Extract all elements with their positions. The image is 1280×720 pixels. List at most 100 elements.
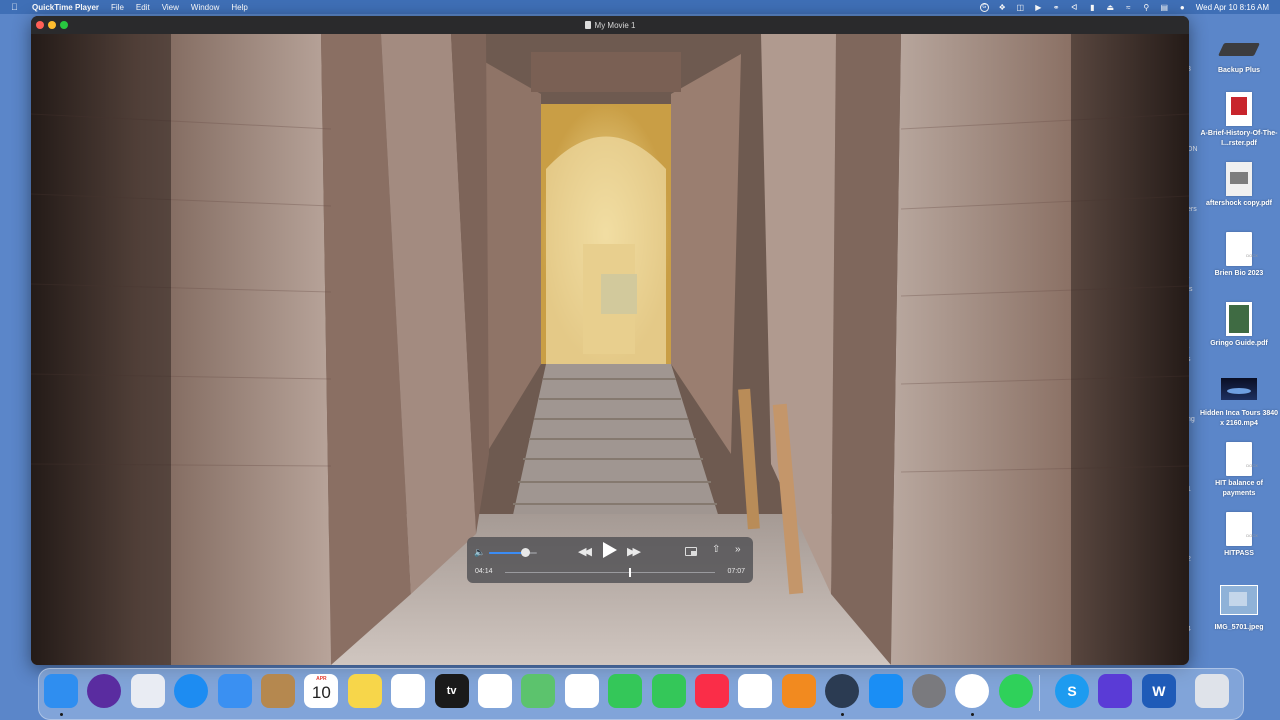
desktop-icon-label: IMG_5701.jpeg	[1214, 624, 1264, 631]
close-button[interactable]	[36, 21, 44, 29]
dock-chrome-icon[interactable]	[955, 674, 990, 708]
desktop-icon-label: Hidden Inca Tours 3840 x 2160.mp4	[1199, 410, 1279, 427]
dock-reminders-icon[interactable]	[478, 674, 512, 708]
document-icon	[584, 21, 591, 29]
playback-controls: 🔈 ◀◀ ▶▶ ⇧ » 04:14 07:07	[467, 537, 753, 583]
desktop-icon-label: aftershock copy.pdf	[1206, 200, 1272, 207]
dock-running-indicator	[970, 713, 974, 716]
calendar-day: 10	[311, 683, 331, 702]
dock-books-icon[interactable]	[781, 674, 816, 708]
more-chevron-icon[interactable]: »	[735, 544, 741, 555]
desktop-icon-backup-plus[interactable]: Backup Plus	[1199, 28, 1279, 76]
dock-photos-icon[interactable]	[564, 674, 599, 708]
dock-music-icon[interactable]	[695, 674, 729, 708]
desktop-icon-label: A-Brief-History-Of-The-I...rster.pdf	[1200, 130, 1278, 147]
play-button[interactable]	[603, 542, 617, 558]
dock-system-settings-icon[interactable]	[912, 674, 946, 708]
share-icon[interactable]: ⇧	[712, 544, 720, 555]
dock-news-icon[interactable]	[738, 674, 773, 708]
menu-file[interactable]: File	[111, 3, 124, 12]
dock-trash-icon[interactable]	[1195, 674, 1229, 708]
dock-mail-icon[interactable]	[217, 674, 252, 708]
window-title-group: My Movie 1	[584, 20, 636, 30]
menu-view[interactable]: View	[162, 3, 179, 12]
menu-help[interactable]: Help	[231, 3, 247, 12]
dock-maps-icon[interactable]	[521, 674, 556, 708]
dock-quicktime-player-icon[interactable]	[825, 674, 860, 708]
fullscreen-button[interactable]	[60, 21, 68, 29]
video-frame[interactable]: 🔈 ◀◀ ▶▶ ⇧ » 04:14 07:07	[31, 34, 1189, 665]
headphones-icon[interactable]: ⚭	[1052, 3, 1061, 12]
volume-fill	[489, 552, 525, 554]
dock-skype-icon[interactable]: S	[1055, 674, 1089, 708]
window-titlebar[interactable]: My Movie 1	[31, 16, 1189, 34]
apple-menu-icon[interactable]: 	[11, 2, 23, 12]
menu-window[interactable]: Window	[191, 3, 219, 12]
timeline-scrubber[interactable]	[505, 568, 715, 577]
volume-knob[interactable]	[520, 548, 530, 557]
docx-file-icon: DOCX	[1226, 232, 1258, 266]
dock-running-indicator	[840, 713, 844, 716]
pdf-thumbnail-icon	[1226, 302, 1252, 336]
grammarly-icon[interactable]: G	[979, 2, 989, 12]
siri-icon[interactable]: ●	[1178, 3, 1187, 12]
desktop-icon-hitpass[interactable]: DOCX HITPASS	[1199, 512, 1279, 559]
dock-siri-icon[interactable]	[87, 674, 122, 708]
docx-file-icon: DOCX	[1226, 442, 1258, 476]
extension-icon[interactable]: ◫	[1016, 3, 1025, 12]
desktop-icon-img-5701[interactable]: IMG_5701.jpeg	[1199, 582, 1279, 633]
dock: APR 10 tv S W	[38, 668, 1244, 720]
bluetooth-icon[interactable]: ᐊ	[1070, 3, 1079, 12]
desktop-icon-label: HITPASS	[1224, 550, 1254, 557]
dock-app-store-icon[interactable]	[868, 674, 903, 708]
dock-facetime-icon[interactable]	[651, 674, 686, 708]
dock-notes-icon[interactable]	[347, 674, 382, 708]
volume-slider[interactable]	[489, 548, 537, 557]
desktop-icon-label: HIT balance of payments	[1215, 480, 1263, 497]
dock-word-icon[interactable]: W	[1141, 674, 1176, 708]
menu-app-name[interactable]: QuickTime Player	[32, 3, 99, 12]
duration-time: 07:07	[727, 568, 745, 575]
picture-in-picture-icon[interactable]	[685, 547, 697, 556]
dock-finder-icon[interactable]	[44, 674, 78, 708]
desktop-icon-hidden-inca-mp4[interactable]: Hidden Inca Tours 3840 x 2160.mp4	[1199, 372, 1279, 429]
desktop-icon-label: Gringo Guide.pdf	[1210, 340, 1268, 347]
rewind-button[interactable]: ◀◀	[578, 545, 592, 558]
current-time: 04:14	[475, 568, 493, 575]
image-thumbnail-icon	[1220, 585, 1258, 615]
dock-contacts-icon[interactable]	[261, 674, 295, 708]
desktop-icon-brien-bio[interactable]: DOCX Brien Bio 2023	[1199, 232, 1279, 279]
desktop-icon-aftershock-pdf[interactable]: aftershock copy.pdf	[1199, 162, 1279, 209]
eject-icon[interactable]: ⏏	[1106, 3, 1115, 12]
window-title: My Movie 1	[594, 20, 636, 30]
control-center-icon[interactable]: ▤	[1160, 3, 1169, 12]
menu-edit[interactable]: Edit	[136, 3, 150, 12]
dock-freeform-icon[interactable]	[391, 674, 426, 708]
quicktime-window: My Movie 1 🔈 ◀◀ ▶▶ ⇧ » 04:14 07:07	[31, 16, 1189, 665]
spotlight-search-icon[interactable]: ⚲	[1142, 3, 1151, 12]
wifi-icon[interactable]: ≈	[1124, 3, 1133, 12]
pdf-thumbnail-icon	[1226, 162, 1252, 196]
volume-icon[interactable]: 🔈	[474, 547, 485, 558]
dock-separator	[1039, 675, 1040, 711]
dock-imovie-icon[interactable]	[1098, 674, 1133, 708]
dock-whatsapp-icon[interactable]	[998, 674, 1033, 708]
desktop-icon-hit-balance[interactable]: DOCX HIT balance of payments	[1199, 442, 1279, 499]
dock-launchpad-icon[interactable]	[130, 674, 165, 708]
external-drive-icon	[1217, 43, 1261, 56]
dock-messages-icon[interactable]	[608, 674, 643, 708]
desktop-icon-brief-history-pdf[interactable]: A-Brief-History-Of-The-I...rster.pdf	[1199, 92, 1279, 149]
dock-tv-icon[interactable]: tv	[434, 674, 469, 708]
dock-calendar-icon[interactable]: APR 10	[304, 674, 339, 708]
dock-safari-icon[interactable]	[174, 674, 209, 708]
play-circle-icon[interactable]: ▶	[1034, 3, 1043, 12]
dropbox-icon[interactable]: ❖	[998, 3, 1007, 12]
minimize-button[interactable]	[48, 21, 56, 29]
desktop-icon-gringo-guide[interactable]: Gringo Guide.pdf	[1199, 302, 1279, 349]
playhead[interactable]	[628, 568, 631, 577]
menu-clock[interactable]: Wed Apr 10 8:16 AM	[1196, 3, 1269, 12]
fast-forward-button[interactable]: ▶▶	[627, 545, 641, 558]
dock-running-indicator	[59, 713, 63, 716]
status-bar: G ❖ ◫ ▶ ⚭ ᐊ ▮ ⏏ ≈ ⚲ ▤ ● Wed Apr 10 8:16 …	[979, 0, 1280, 14]
battery-icon[interactable]: ▮	[1088, 3, 1097, 12]
